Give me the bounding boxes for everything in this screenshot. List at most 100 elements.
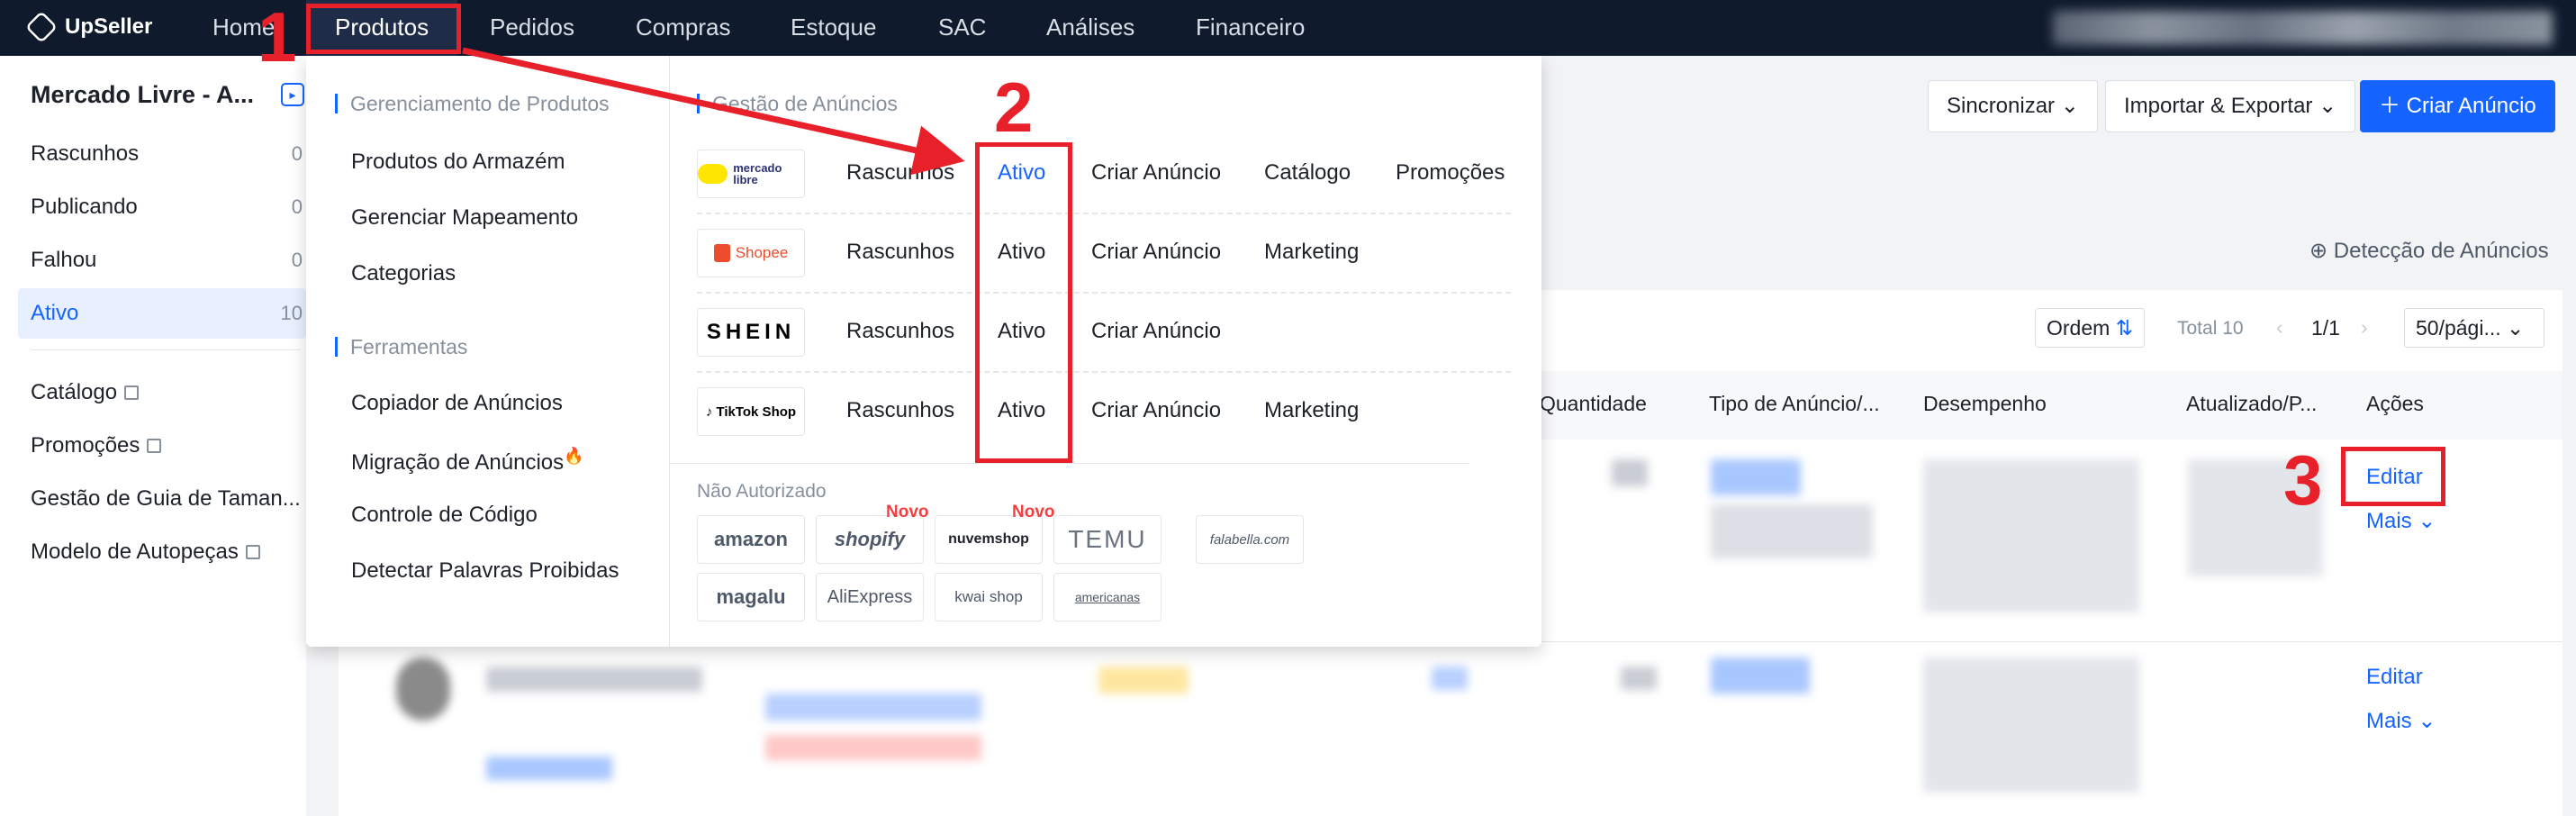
menu-produtos-armazem[interactable]: Produtos do Armazém [351, 150, 565, 175]
market-row-shopee: Shopee Rascunhos Ativo Criar Anúncio Mar… [697, 214, 1511, 294]
logo-text: SHEIN [706, 320, 796, 344]
kwai-shop-logo[interactable]: kwai shop [935, 573, 1043, 621]
temu-logo[interactable]: TEMU [1053, 515, 1161, 564]
more-dropdown[interactable]: Mais ⌄ [2366, 708, 2436, 734]
nav-analises[interactable]: Análises [1046, 0, 1134, 56]
tiktok-marketing[interactable]: Marketing [1264, 398, 1359, 423]
blurred-product-tag [486, 757, 612, 780]
shopee-marketing[interactable]: Marketing [1264, 240, 1359, 265]
next-page-icon[interactable]: › [2361, 315, 2368, 340]
nav-estoque[interactable]: Estoque [791, 0, 876, 56]
external-link-icon [124, 385, 140, 400]
import-export-button[interactable]: Importar & Exportar ⌄ [2105, 80, 2356, 132]
create-listing-button[interactable]: ＋ Criar Anúncio [2360, 80, 2555, 132]
nav-pedidos[interactable]: Pedidos [490, 0, 574, 56]
sidebar-item-count: 0 [291, 142, 303, 165]
sidebar-item-publicando[interactable]: Publicando 0 [18, 182, 306, 232]
nav-financeiro[interactable]: Financeiro [1196, 0, 1305, 56]
tiktok-shop-logo: ♪ TikTok Shop [697, 387, 805, 436]
americanas-logo[interactable]: americanas [1053, 573, 1161, 621]
left-sidebar: Mercado Livre - A... ▸ Rascunhos 0 Publi… [0, 56, 306, 816]
blurred-quantity [1612, 459, 1648, 486]
blurred-product-image [396, 657, 450, 721]
menu-label: Migração de Anúncios [351, 450, 565, 475]
sidebar-item-rascunhos[interactable]: Rascunhos 0 [18, 129, 306, 179]
menu-copiador-anuncios[interactable]: Copiador de Anúncios [351, 391, 563, 416]
upseller-logo[interactable]: UpSeller [24, 10, 153, 44]
produtos-dropdown-menu: Gerenciamento de Produtos Produtos do Ar… [306, 56, 1541, 647]
sidebar-item-label: Falhou [31, 248, 97, 272]
group-title-gerenciamento: Gerenciamento de Produtos [335, 94, 610, 114]
amazon-logo[interactable]: amazon [697, 515, 805, 564]
blurred-link [765, 694, 981, 721]
ml-rascunhos[interactable]: Rascunhos [846, 160, 954, 186]
ml-criar-anuncio[interactable]: Criar Anúncio [1091, 160, 1221, 186]
more-dropdown[interactable]: Mais ⌄ [2366, 508, 2436, 534]
blurred-performance [1923, 459, 2139, 612]
detect-icon: ⊕ [2309, 239, 2328, 263]
shein-logo: SHEIN [697, 308, 805, 357]
more-label: Mais [2366, 709, 2412, 733]
sync-label: Sincronizar [1947, 94, 2056, 118]
ml-promocoes[interactable]: Promoções [1396, 160, 1505, 186]
menu-categorias[interactable]: Categorias [351, 261, 456, 286]
tiktok-rascunhos[interactable]: Rascunhos [846, 398, 954, 423]
edit-link[interactable]: Editar [2366, 665, 2423, 690]
nuvemshop-logo[interactable]: nuvemshop [935, 515, 1043, 564]
store-switch-icon[interactable]: ▸ [281, 83, 304, 106]
sidebar-item-falhou[interactable]: Falhou 0 [18, 235, 306, 286]
blurred-type-2 [1711, 657, 1810, 694]
tiktok-criar-anuncio[interactable]: Criar Anúncio [1091, 398, 1221, 423]
group-title-ferramentas: Ferramentas [335, 337, 467, 358]
sidebar-item-count: 0 [291, 249, 303, 271]
chevron-down-icon: ⌄ [2418, 709, 2436, 733]
total-count: Total 10 [2177, 318, 2244, 339]
sidebar-item-ativo[interactable]: Ativo 10 [18, 288, 306, 339]
shein-rascunhos[interactable]: Rascunhos [846, 319, 954, 344]
sidebar-link-promocoes[interactable]: Promoções [18, 421, 306, 471]
shopify-logo[interactable]: shopify [816, 515, 924, 564]
menu-detectar-palavras[interactable]: Detectar Palavras Proibidas [351, 558, 619, 584]
order-label: Ordem [2047, 316, 2111, 340]
blurred-status [1098, 666, 1189, 694]
menu-gerenciar-mapeamento[interactable]: Gerenciar Mapeamento [351, 205, 578, 231]
sidebar-link-label: Gestão de Guia de Taman... [31, 486, 301, 511]
th-tipo-anuncio: Tipo de Anúncio/... [1709, 392, 1880, 415]
sidebar-link-guia-tamanho[interactable]: Gestão de Guia de Taman... [18, 474, 306, 524]
annotation-box-produtos [306, 4, 461, 54]
shopee-logo: Shopee [697, 229, 805, 277]
per-page-select[interactable]: 50/pági... ⌄ [2404, 308, 2544, 348]
menu-controle-codigo[interactable]: Controle de Código [351, 503, 538, 528]
th-atualizado: Atualizado/P... [2186, 392, 2318, 415]
ml-catalogo[interactable]: Catálogo [1264, 160, 1351, 186]
sidebar-item-label: Rascunhos [31, 141, 140, 166]
tiktok-note-icon: ♪ [705, 403, 713, 420]
shopee-criar-anuncio[interactable]: Criar Anúncio [1091, 240, 1221, 265]
sidebar-link-catalogo[interactable]: Catálogo [18, 367, 306, 418]
annotation-box-ativo-column [975, 142, 1072, 463]
menu-migracao-anuncios[interactable]: Migração de Anúncios🔥 [351, 447, 584, 476]
sidebar-item-label: Publicando [31, 195, 138, 219]
listing-detection-link[interactable]: ⊕ Detecção de Anúncios [2309, 238, 2549, 264]
shein-criar-anuncio[interactable]: Criar Anúncio [1091, 319, 1221, 344]
shopee-rascunhos[interactable]: Rascunhos [846, 240, 954, 265]
user-account-blurred[interactable] [2053, 11, 2553, 45]
logo-text: Shopee [735, 244, 789, 261]
sidebar-link-label: Promoções [31, 433, 140, 458]
per-page-label: 50/pági... [2416, 316, 2501, 340]
sync-button[interactable]: Sincronizar ⌄ [1928, 80, 2098, 132]
prev-page-icon[interactable]: ‹ [2276, 315, 2283, 340]
fire-icon: 🔥 [564, 447, 584, 465]
th-desempenho: Desempenho [1923, 392, 2047, 415]
magalu-logo[interactable]: magalu [697, 573, 805, 621]
nav-compras[interactable]: Compras [636, 0, 730, 56]
sidebar-item-count: 0 [291, 195, 303, 218]
order-button[interactable]: Ordem ⇅ [2035, 308, 2145, 348]
logo-text: UpSeller [65, 14, 153, 39]
sidebar-link-autopecas[interactable]: Modelo de Autopeças [18, 527, 306, 577]
falabella-logo[interactable]: falabella.com [1196, 515, 1304, 564]
aliexpress-logo[interactable]: AliExpress [816, 573, 924, 621]
sidebar-link-label: Catálogo [31, 380, 118, 404]
more-label: Mais [2366, 509, 2412, 533]
nav-sac[interactable]: SAC [938, 0, 986, 56]
